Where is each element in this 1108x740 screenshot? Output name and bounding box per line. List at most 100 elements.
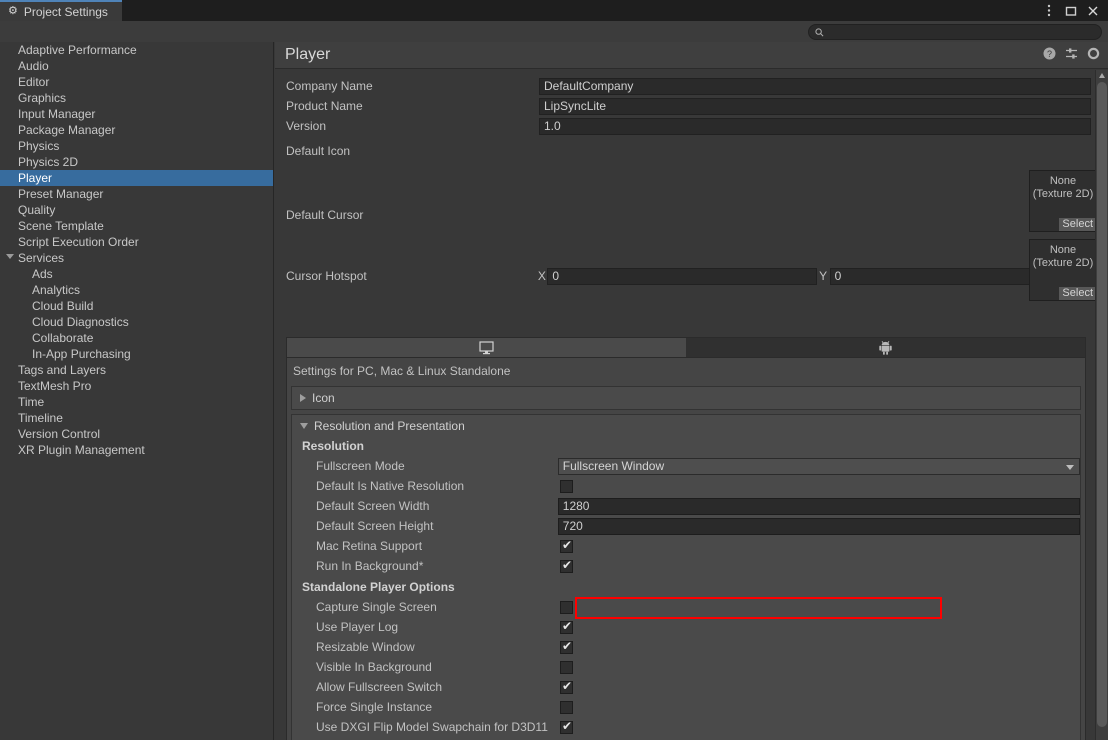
row-fullscreen-mode: Fullscreen Mode Fullscreen Window [292,456,1080,476]
sidebar-item-label: Player [18,171,53,185]
row-product-name: Product Name LipSyncLite [275,96,1095,116]
sidebar-item-editor[interactable]: Editor [0,74,273,90]
resizable-window-checkbox[interactable] [560,639,573,654]
sidebar-item-player[interactable]: Player [0,170,273,186]
settings-sidebar[interactable]: Adaptive Performance Audio Editor Graphics I… [0,42,274,740]
platform-tab-bar[interactable] [286,337,1086,358]
default-screen-height-label: Default Screen Height [316,519,434,533]
cursor-hotspot-y-label: Y [819,269,828,283]
use-player-log-label: Use Player Log [316,620,399,634]
sidebar-item-scene-template[interactable]: Scene Template [0,218,273,234]
row-visible-in-background: Visible In Background [292,657,1080,677]
capture-single-screen-checkbox[interactable] [560,600,573,614]
preset-icon[interactable] [1065,47,1078,60]
sidebar-item-timeline[interactable]: Timeline [0,410,273,426]
fullscreen-mode-dropdown[interactable]: Fullscreen Window [557,457,1080,475]
sidebar-item-preset-manager[interactable]: Preset Manager [0,186,273,202]
chevron-down-icon [300,423,308,429]
maximize-icon[interactable] [1060,0,1082,21]
foldout-icon[interactable]: Icon [291,386,1081,410]
chevron-down-icon[interactable] [6,254,14,259]
sidebar-item-quality[interactable]: Quality [0,202,273,218]
use-player-log-checkbox[interactable] [560,619,573,634]
sidebar-item-cloud-build[interactable]: Cloud Build [0,298,273,314]
sidebar-item-label: Preset Manager [18,187,104,201]
chevron-right-icon [300,394,306,402]
sidebar-item-label: Cloud Diagnostics [32,315,129,329]
search-input[interactable] [808,24,1102,40]
cursor-hotspot-x-field[interactable]: 0 [547,267,817,285]
sidebar-item-adaptive-performance[interactable]: Adaptive Performance [0,42,273,58]
sidebar-item-physics[interactable]: Physics [0,138,273,154]
mac-retina-support-checkbox[interactable] [560,538,573,553]
sidebar-item-label: Editor [18,75,50,89]
gear-icon[interactable] [1087,47,1100,60]
use-dxgi-flip-model-swapchain-for-d3d11-checkbox[interactable] [560,719,573,734]
version-label: Version [286,119,327,133]
sidebar-item-physics-2d[interactable]: Physics 2D [0,154,273,170]
company-name-field[interactable]: DefaultCompany [539,77,1091,95]
platform-tab-standalone[interactable] [287,338,686,357]
window-controls [1038,0,1108,21]
sidebar-item-textmesh-pro[interactable]: TextMesh Pro [0,378,273,394]
sidebar-item-input-manager[interactable]: Input Manager [0,106,273,122]
window-menu-icon[interactable] [1038,0,1060,21]
sidebar-item-audio[interactable]: Audio [0,58,273,74]
sidebar-item-label: Analytics [32,283,81,297]
page-title: Player [285,46,331,63]
sidebar-item-tags-and-layers[interactable]: Tags and Layers [0,362,273,378]
platform-tab-android[interactable] [686,338,1085,357]
default-cursor-object-type: (Texture 2D) [1032,257,1094,269]
default-cursor-select-button[interactable]: Select [1059,287,1095,300]
tab-project-settings[interactable]: ⚙ Project Settings [0,0,122,21]
sidebar-item-collaborate[interactable]: Collaborate [0,330,273,346]
default-is-native-resolution-checkbox[interactable] [560,479,573,493]
platform-settings-body: Settings for PC, Mac & Linux Standalone … [286,358,1086,740]
standalone-player-options-heading: Standalone Player Options [302,580,455,594]
row-default-screen-width: Default Screen Width 1280 [292,496,1080,516]
vertical-scrollbar[interactable] [1095,70,1108,740]
sidebar-item-version-control[interactable]: Version Control [0,426,273,442]
sidebar-item-package-manager[interactable]: Package Manager [0,122,273,138]
run-in-background-checkbox[interactable] [560,558,573,573]
sidebar-item-in-app-purchasing[interactable]: In-App Purchasing [0,346,273,362]
row-resizable-window: Resizable Window [292,637,1080,657]
product-name-field[interactable]: LipSyncLite [539,97,1091,115]
sidebar-item-ads[interactable]: Ads [0,266,273,282]
foldout-icon-header[interactable]: Icon [292,387,1080,409]
version-field[interactable]: 1.0 [539,117,1091,135]
default-icon-object-field[interactable]: None (Texture 2D) Select [1029,170,1095,232]
sidebar-item-label: Tags and Layers [18,363,107,377]
visible-in-background-label: Visible In Background [316,660,432,674]
allow-fullscreen-switch-checkbox[interactable] [560,679,573,694]
default-icon-select-button[interactable]: Select [1059,218,1095,231]
visible-in-background-checkbox[interactable] [560,660,573,674]
sidebar-item-time[interactable]: Time [0,394,273,410]
default-cursor-object-field[interactable]: None (Texture 2D) Select [1029,239,1095,301]
sidebar-item-label: Ads [32,267,53,281]
force-single-instance-checkbox[interactable] [560,700,573,714]
sidebar-item-graphics[interactable]: Graphics [0,90,273,106]
sidebar-item-cloud-diagnostics[interactable]: Cloud Diagnostics [0,314,273,330]
sidebar-item-xr-plugin-management[interactable]: XR Plugin Management [0,442,273,458]
foldout-resolution-and-presentation[interactable]: Resolution and Presentation Resolution F… [291,414,1081,740]
help-icon[interactable]: ? [1043,47,1056,60]
default-cursor-label: Default Cursor [286,208,364,222]
scrollbar-thumb[interactable] [1097,82,1107,727]
default-screen-height-field[interactable]: 720 [557,517,1080,535]
sidebar-item-analytics[interactable]: Analytics [0,282,273,298]
sidebar-item-script-execution-order[interactable]: Script Execution Order [0,234,273,250]
row-cursor-hotspot: Cursor Hotspot X 0 Y 0 [275,266,1095,286]
default-icon-object-name: None [1049,175,1077,187]
sidebar-item-label: Scene Template [18,219,104,233]
resolution-heading: Resolution [302,439,364,453]
default-screen-width-field[interactable]: 1280 [557,497,1080,515]
scroll-up-arrow-icon[interactable] [1099,73,1105,78]
settings-for-label: Settings for PC, Mac & Linux Standalone [293,364,511,378]
close-icon[interactable] [1082,0,1104,21]
desktop-monitor-icon [479,340,494,354]
sidebar-item-label: Script Execution Order [18,235,139,249]
foldout-resolution-header[interactable]: Resolution and Presentation [292,415,1080,437]
search-toolbar-left [0,21,274,42]
sidebar-item-services[interactable]: Services [0,250,273,266]
